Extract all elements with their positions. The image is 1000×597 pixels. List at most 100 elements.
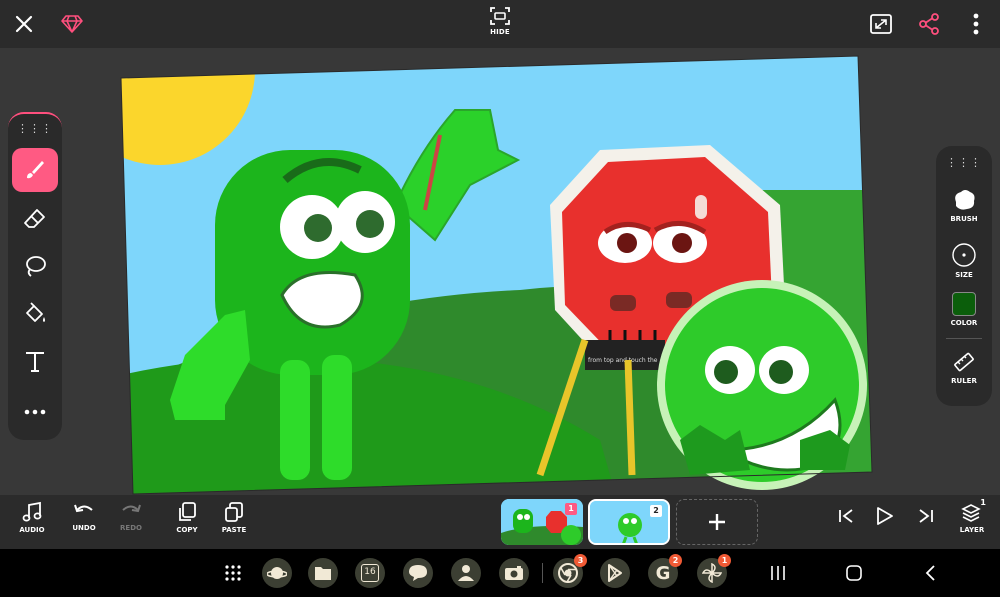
calendar-icon: 16 bbox=[361, 564, 379, 582]
frame-number: 1 bbox=[565, 503, 577, 515]
canvas-hint-text: from top and touch the bbox=[588, 357, 658, 364]
home-button[interactable] bbox=[842, 561, 866, 585]
grid-icon bbox=[225, 565, 241, 581]
person-icon bbox=[458, 565, 474, 581]
layers-icon: 1 bbox=[960, 498, 986, 523]
diamond-icon[interactable] bbox=[56, 8, 88, 40]
fullscreen-icon[interactable] bbox=[865, 8, 897, 40]
color-label: COLOR bbox=[950, 319, 978, 327]
panel-grip-icon[interactable]: ⋮⋮⋮ bbox=[936, 156, 992, 169]
frame-number: 2 bbox=[650, 505, 662, 517]
copy-button[interactable]: COPY bbox=[165, 501, 209, 543]
canvas-stage: from top and touch the bbox=[0, 48, 1000, 495]
layer-label: LAYER bbox=[959, 526, 985, 534]
frame-thumbnail-1[interactable]: 1 bbox=[501, 499, 583, 545]
play-button[interactable] bbox=[862, 505, 906, 547]
ruler-label: RULER bbox=[951, 377, 977, 385]
divider bbox=[946, 338, 982, 339]
paste-button[interactable]: PASTE bbox=[212, 501, 256, 543]
hide-label: HIDE bbox=[490, 28, 510, 36]
system-taskbar: 16 3 G 2 1 bbox=[0, 549, 1000, 597]
panel-grip-icon[interactable]: ⋮⋮⋮ bbox=[8, 122, 62, 135]
paste-label: PASTE bbox=[221, 526, 247, 534]
bottom-toolbar: AUDIO UNDO REDO COPY PASTE 1 2 1 LAYER bbox=[0, 495, 1000, 549]
ruler-icon bbox=[954, 352, 974, 372]
brush-icon bbox=[27, 161, 44, 179]
notification-badge: 3 bbox=[574, 554, 587, 567]
hide-icon bbox=[490, 7, 510, 25]
notification-badge: 2 bbox=[669, 554, 682, 567]
contacts-app[interactable] bbox=[451, 558, 481, 588]
copy-icon bbox=[179, 502, 196, 521]
color-button[interactable]: COLOR bbox=[936, 292, 992, 327]
more-vert-icon[interactable] bbox=[960, 8, 992, 40]
play-store-app[interactable] bbox=[600, 558, 630, 588]
ruler-button[interactable]: RULER bbox=[936, 350, 992, 385]
brush-shape-icon bbox=[955, 190, 975, 210]
layer-count: 1 bbox=[980, 498, 986, 507]
more-tools-button[interactable] bbox=[12, 390, 58, 434]
pinwheel-icon bbox=[702, 563, 722, 583]
chat-icon bbox=[409, 565, 427, 581]
audio-button[interactable]: AUDIO bbox=[10, 501, 54, 543]
brush-tool-button[interactable] bbox=[12, 148, 58, 192]
round-green-character bbox=[657, 280, 867, 490]
text-tool-button[interactable] bbox=[12, 340, 58, 384]
music-note-icon bbox=[22, 501, 42, 522]
redo-button[interactable]: REDO bbox=[109, 501, 153, 543]
skip-end-icon bbox=[919, 509, 933, 523]
color-swatch bbox=[952, 292, 976, 316]
last-frame-button[interactable] bbox=[904, 507, 948, 549]
lasso-icon bbox=[26, 256, 46, 277]
calendar-app[interactable]: 16 bbox=[355, 558, 385, 588]
undo-button[interactable]: UNDO bbox=[62, 501, 106, 543]
audio-label: AUDIO bbox=[19, 526, 45, 534]
size-icon bbox=[952, 243, 976, 267]
brush-settings-panel: ⋮⋮⋮ BRUSH SIZE COLOR RULER bbox=[936, 146, 992, 406]
eraser-tool-button[interactable] bbox=[12, 196, 58, 240]
app-drawer-button[interactable] bbox=[218, 558, 248, 588]
add-frame-button[interactable] bbox=[676, 499, 758, 545]
chrome-app[interactable]: 3 bbox=[553, 554, 587, 588]
messages-app[interactable] bbox=[403, 558, 433, 588]
close-icon[interactable] bbox=[8, 8, 40, 40]
undo-label: UNDO bbox=[72, 524, 96, 532]
recents-button[interactable] bbox=[766, 561, 790, 585]
pinwheel-app[interactable]: 1 bbox=[697, 554, 731, 588]
share-icon[interactable] bbox=[913, 8, 945, 40]
hide-button[interactable]: HIDE bbox=[480, 6, 520, 44]
paste-icon bbox=[225, 502, 243, 522]
browser-app[interactable] bbox=[262, 558, 292, 588]
fill-bucket-icon bbox=[26, 302, 45, 322]
google-icon: G bbox=[655, 562, 671, 584]
redo-icon bbox=[122, 504, 141, 513]
recents-icon bbox=[771, 566, 785, 580]
drawing-canvas[interactable]: from top and touch the bbox=[0, 48, 1000, 495]
home-icon bbox=[846, 565, 862, 581]
folder-icon bbox=[315, 567, 331, 580]
frame-thumbnail-2[interactable]: 2 bbox=[588, 499, 670, 545]
size-label: SIZE bbox=[955, 271, 973, 279]
lasso-tool-button[interactable] bbox=[12, 244, 58, 288]
play-store-icon bbox=[608, 564, 622, 582]
google-app[interactable]: G 2 bbox=[648, 554, 682, 588]
size-button[interactable]: SIZE bbox=[936, 242, 992, 279]
back-icon bbox=[925, 565, 935, 581]
chrome-icon bbox=[558, 563, 578, 583]
layer-button[interactable]: 1 LAYER bbox=[950, 498, 994, 543]
more-horiz-icon bbox=[24, 409, 46, 415]
redo-label: REDO bbox=[120, 524, 142, 532]
brush-label: BRUSH bbox=[950, 215, 978, 223]
files-app[interactable] bbox=[308, 558, 338, 588]
text-icon bbox=[26, 352, 44, 372]
brush-type-button[interactable]: BRUSH bbox=[936, 188, 992, 223]
back-button[interactable] bbox=[918, 561, 942, 585]
camera-app[interactable] bbox=[499, 558, 529, 588]
taskbar-separator bbox=[542, 563, 543, 583]
undo-icon bbox=[74, 504, 93, 513]
fill-tool-button[interactable] bbox=[12, 292, 58, 336]
eraser-icon bbox=[24, 209, 45, 228]
tool-panel: ⋮⋮⋮ bbox=[8, 112, 62, 440]
camera-icon bbox=[505, 566, 523, 580]
copy-label: COPY bbox=[176, 526, 198, 534]
